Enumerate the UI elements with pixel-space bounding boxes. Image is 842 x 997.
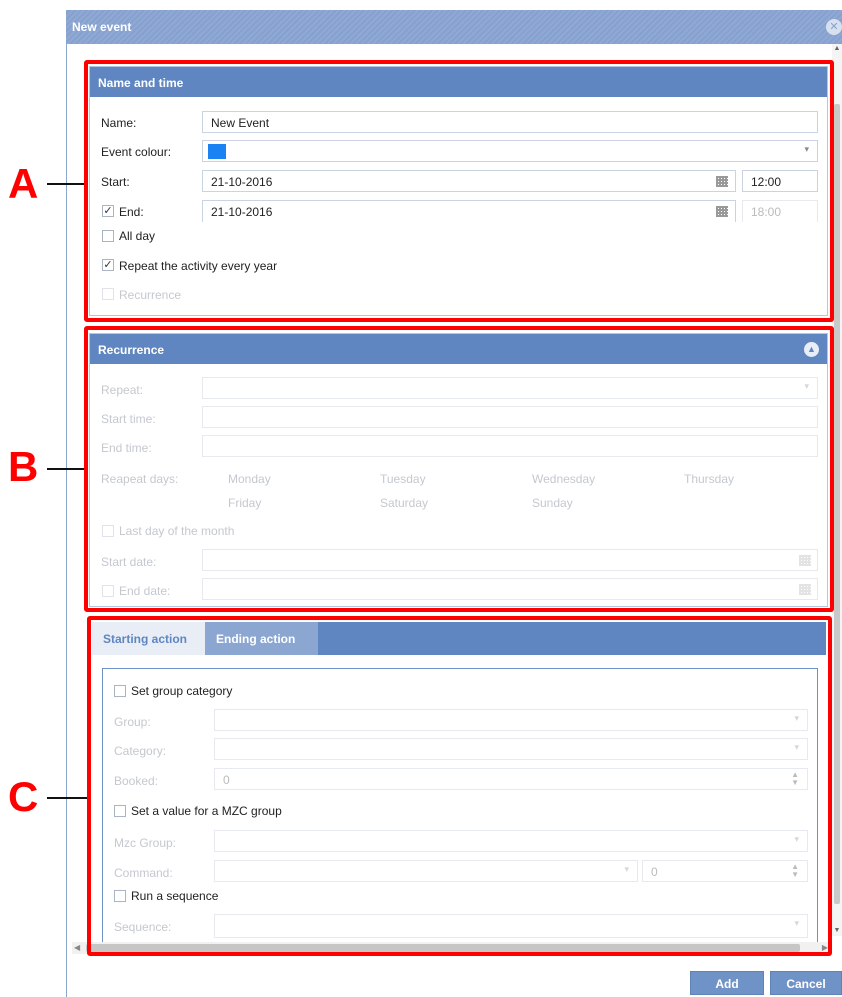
dialog-title: New event xyxy=(72,20,132,34)
annotation-box-a xyxy=(84,60,834,322)
annotation-line-a xyxy=(47,183,84,185)
close-icon[interactable]: ✕ xyxy=(826,19,842,35)
annotation-line-c xyxy=(47,797,87,799)
vertical-scroll-thumb[interactable] xyxy=(834,104,840,904)
dialog-titlebar: New event ✕ xyxy=(66,10,842,44)
scroll-down-icon[interactable]: ▼ xyxy=(833,926,841,936)
add-button[interactable]: Add xyxy=(690,971,764,995)
annotation-label-b: B xyxy=(8,443,39,490)
annotation-box-b xyxy=(84,326,834,612)
annotation-label-c: C xyxy=(8,773,39,820)
annotation-label-a: A xyxy=(8,160,39,207)
annotation-box-c xyxy=(87,616,832,956)
scroll-up-icon[interactable]: ▲ xyxy=(833,44,841,54)
scroll-left-icon[interactable]: ◀ xyxy=(74,942,80,954)
annotation-line-b xyxy=(47,468,84,470)
cancel-button[interactable]: Cancel xyxy=(770,971,842,995)
